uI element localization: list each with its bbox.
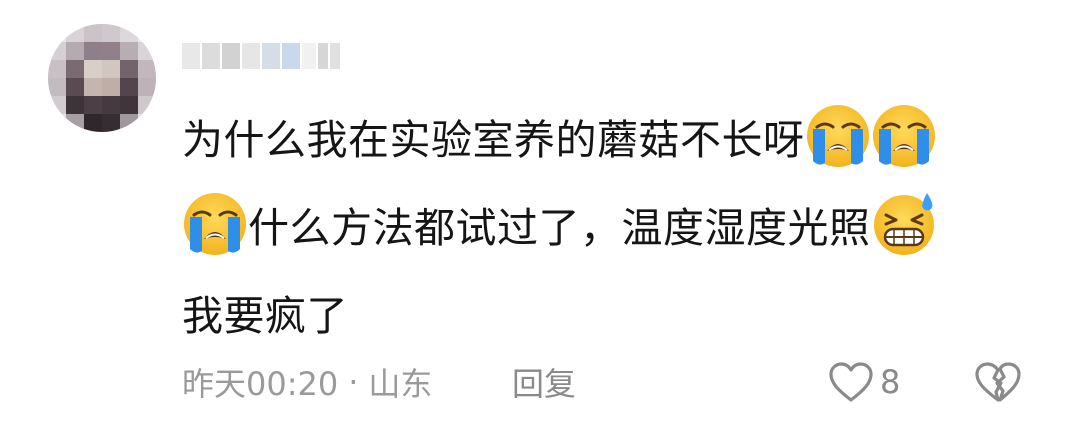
reply-button[interactable]: 回复 bbox=[512, 356, 576, 408]
comment-item: 为什么我在实验室养的蘑菇不长呀 什么方法都试过了，温度湿度光照 我要疯了 昨天0… bbox=[0, 0, 1080, 428]
loudly-crying-face-emoji bbox=[182, 191, 248, 257]
like-button[interactable]: 8 bbox=[828, 356, 900, 408]
loudly-crying-face-emoji bbox=[871, 103, 937, 169]
heart-outline-icon bbox=[829, 362, 873, 402]
like-count: 8 bbox=[880, 363, 901, 401]
username-blurred[interactable] bbox=[182, 36, 340, 76]
comment-line-2: 什么方法都试过了，温度湿度光照 bbox=[182, 180, 1022, 268]
avatar[interactable] bbox=[48, 24, 156, 132]
loudly-crying-face-emoji bbox=[805, 103, 871, 169]
comment-line-1-text: 为什么我在实验室养的蘑菇不长呀 bbox=[182, 116, 805, 164]
grinning-face-with-sweat-emoji bbox=[871, 191, 937, 257]
broken-heart-outline-icon bbox=[975, 362, 1021, 402]
comment-time: 昨天00:20 bbox=[182, 365, 339, 403]
meta-separator: · bbox=[348, 363, 359, 401]
comment-meta: 昨天00:20 · 山东 bbox=[182, 356, 432, 408]
dislike-button[interactable] bbox=[974, 356, 1022, 408]
comment-location: 山东 bbox=[368, 365, 433, 403]
comment-text: 为什么我在实验室养的蘑菇不长呀 什么方法都试过了，温度湿度光照 我要疯了 bbox=[182, 92, 1022, 356]
reply-label: 回复 bbox=[512, 365, 577, 403]
comment-line-1: 为什么我在实验室养的蘑菇不长呀 bbox=[182, 92, 1022, 180]
comment-line-2-text: 什么方法都试过了，温度湿度光照 bbox=[248, 204, 871, 252]
comment-line-3-text: 我要疯了 bbox=[182, 292, 348, 340]
comment-line-3: 我要疯了 bbox=[182, 268, 1022, 356]
